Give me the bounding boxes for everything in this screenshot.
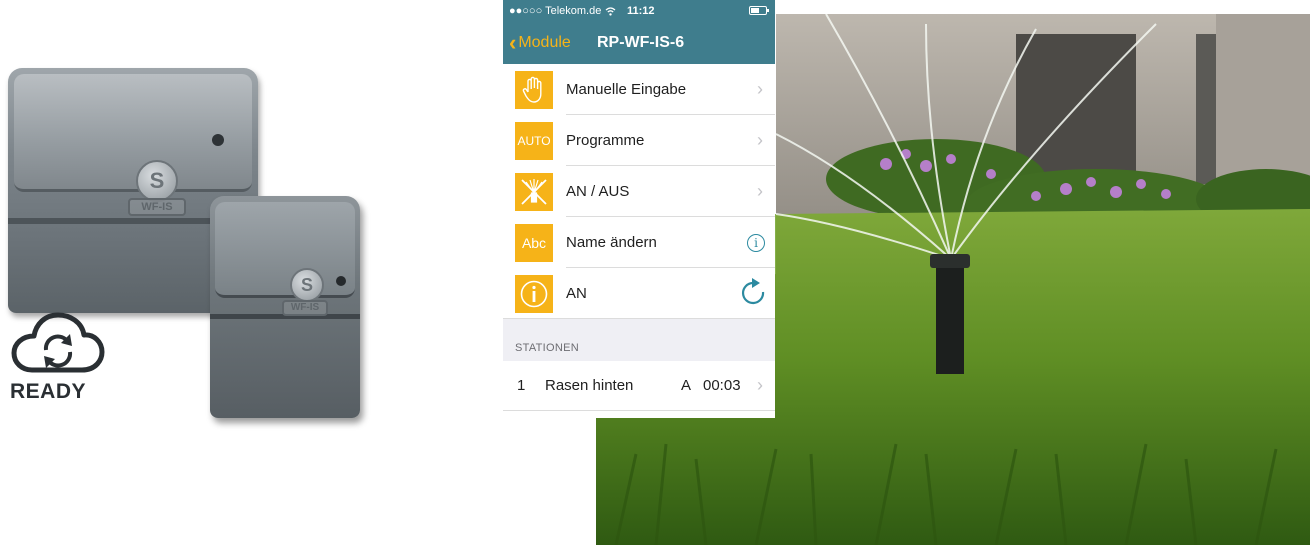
station-program: A — [681, 377, 692, 394]
wifi-icon — [605, 6, 616, 16]
menu-item-label: Name ändern — [566, 234, 657, 251]
small-unit-brand: WF-IS — [282, 300, 328, 316]
status-bar: ●●○○○ Telekom.de 11:12 — [503, 0, 775, 22]
station-duration: 00:03 — [703, 377, 741, 394]
chevron-right-icon: › — [757, 130, 763, 150]
clock-label: 11:12 — [627, 5, 655, 17]
menu-item-label: AN / AUS — [566, 183, 630, 200]
carrier-label: ●●○○○ Telekom.de — [509, 5, 616, 17]
station-row[interactable]: 1 Rasen hinten A 00:03 › — [503, 361, 775, 411]
menu-item-manual-input[interactable]: Manuelle Eingabe › — [503, 64, 775, 115]
status-label: AN — [566, 285, 587, 302]
cloud-sync-icon — [11, 312, 105, 373]
menu-item-label: Programme — [566, 132, 645, 149]
chevron-right-icon: › — [757, 79, 763, 99]
station-name: Rasen hinten — [545, 377, 634, 394]
ready-label: READY — [10, 380, 87, 403]
app-screen: ●●○○○ Telekom.de 11:12 ‹ Module RP-WF-IS… — [503, 0, 775, 418]
controller-product-image: S WF-IS S WF-IS READY — [0, 50, 470, 430]
chevron-right-icon: › — [757, 181, 763, 201]
back-button-module[interactable]: ‹ Module — [503, 32, 571, 54]
info-icon — [515, 274, 553, 313]
menu-item-rename[interactable]: Abc Name ändern i — [503, 217, 775, 268]
refresh-icon[interactable] — [741, 278, 769, 313]
abc-icon: Abc — [515, 223, 553, 262]
menu-item-programs[interactable]: AUTO Programme › — [503, 115, 775, 166]
stations-section-header: STATIONEN — [503, 319, 775, 361]
menu-item-label: Manuelle Eingabe — [566, 81, 687, 98]
chevron-left-icon: ‹ — [509, 30, 517, 55]
info-circle-icon[interactable]: i — [747, 233, 765, 252]
small-controller-unit: S WF-IS — [210, 196, 360, 418]
navigation-bar: ‹ Module RP-WF-IS-6 — [503, 22, 775, 64]
chevron-right-icon: › — [757, 375, 763, 395]
module-menu: Manuelle Eingabe › AUTO Programme › AN /… — [503, 64, 775, 319]
sprinkler-off-icon — [515, 172, 553, 211]
hand-icon — [515, 70, 553, 109]
page-title: RP-WF-IS-6 — [597, 34, 685, 51]
auto-icon: AUTO — [515, 121, 553, 160]
back-button-label: Module — [518, 34, 571, 51]
station-number: 1 — [517, 377, 526, 394]
solem-logo-small: S — [290, 268, 324, 302]
menu-item-status[interactable]: AN — [503, 268, 775, 319]
battery-icon — [749, 6, 769, 15]
large-unit-brand: WF-IS — [128, 198, 186, 216]
solem-logo-large: S — [136, 160, 178, 202]
menu-item-on-off[interactable]: AN / AUS › — [503, 166, 775, 217]
cloud-ready-badge: READY — [10, 312, 110, 404]
